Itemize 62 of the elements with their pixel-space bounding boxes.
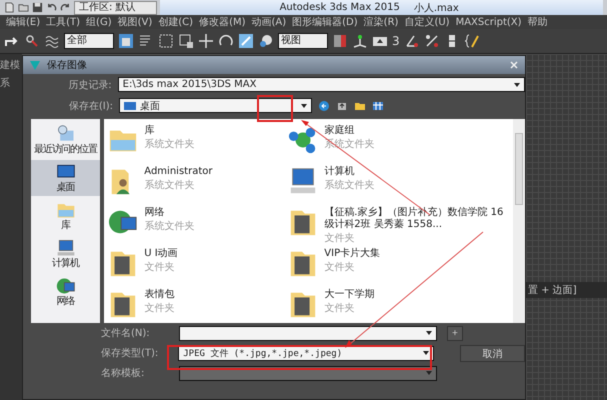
menu-item[interactable]: 修改器(M) bbox=[199, 15, 246, 29]
dialog-title: 保存图像 bbox=[47, 59, 87, 72]
workspace-dropdown[interactable]: 工作区: 默认 bbox=[74, 0, 157, 14]
file-type: 文件夹 bbox=[144, 260, 176, 274]
history-dropdown[interactable]: E:\3ds max 2015\3DS MAX bbox=[118, 77, 525, 92]
panel-label: 系 bbox=[0, 76, 11, 90]
place-item[interactable]: 库 bbox=[31, 198, 100, 234]
file-item[interactable]: VIP卡片大集 文件夹 bbox=[288, 244, 509, 285]
place-item[interactable]: 网络 bbox=[31, 274, 100, 310]
menu-item[interactable]: 帮助 bbox=[528, 15, 548, 29]
file-item[interactable]: 表情包 文件夹 bbox=[108, 285, 288, 326]
menu-item[interactable]: 组(G) bbox=[86, 15, 112, 29]
add-button[interactable]: + bbox=[447, 326, 463, 340]
menu-item[interactable]: 创建(C) bbox=[158, 15, 194, 29]
save-in-dropdown[interactable]: 桌面 bbox=[119, 98, 312, 113]
menu-item[interactable]: 渲染(R) bbox=[364, 15, 398, 29]
menu-item[interactable]: 自定义(U) bbox=[404, 15, 450, 29]
place-item[interactable]: 计算机 bbox=[31, 236, 100, 272]
menu-item[interactable]: 图形编辑器(D) bbox=[292, 15, 358, 29]
app-title: Autodesk 3ds Max 2015 bbox=[280, 2, 400, 13]
file-type: 系统文件夹 bbox=[144, 138, 194, 151]
file-name: 库 bbox=[144, 125, 156, 137]
file-name: 家庭组 bbox=[324, 125, 356, 137]
field-label: 名称模板: bbox=[101, 366, 146, 380]
file-item[interactable]: 计算机 系统文件夹 bbox=[288, 162, 509, 203]
file-type: 系统文件夹 bbox=[144, 220, 194, 233]
file-type: 文件夹 bbox=[324, 232, 356, 245]
viewport-label: 置 + 边面] bbox=[526, 282, 607, 298]
file-name: Administrator bbox=[144, 166, 212, 178]
menu-item[interactable]: 视图(V) bbox=[118, 15, 152, 29]
place-item[interactable]: 桌面 bbox=[31, 160, 100, 196]
file-name: 表情包 bbox=[144, 289, 174, 301]
field-label: 文件名(N): bbox=[101, 326, 151, 340]
field-label: 保存类型(T): bbox=[101, 346, 160, 360]
file-item[interactable]: 大一下学期 文件夹 bbox=[288, 285, 509, 326]
selection-filter-dropdown[interactable]: 全部 bbox=[64, 33, 114, 49]
place-item[interactable]: 最近访问的位置 bbox=[31, 122, 100, 158]
file-type: 系统文件夹 bbox=[324, 178, 374, 192]
snap-toggle[interactable]: 3 bbox=[392, 34, 400, 48]
file-name: VIP卡片大集 bbox=[324, 248, 380, 260]
menu-item[interactable]: 工具(T) bbox=[46, 15, 80, 29]
field-label: 历史记录: bbox=[67, 78, 112, 92]
file-type: 文件夹 bbox=[324, 260, 356, 274]
file-item[interactable]: Administrator 系统文件夹 bbox=[108, 162, 288, 203]
menu-item[interactable]: 动画(A) bbox=[252, 15, 286, 29]
coordinate-system-dropdown[interactable]: 视图 bbox=[278, 33, 328, 49]
panel-label: 建模 bbox=[0, 58, 21, 72]
file-name: 计算机 bbox=[324, 166, 356, 178]
file-type: 系统文件夹 bbox=[144, 178, 196, 192]
menu-item[interactable]: 编辑(E) bbox=[6, 15, 40, 29]
file-item[interactable]: 库 系统文件夹 bbox=[108, 121, 288, 162]
file-name: 大一下学期 bbox=[324, 289, 374, 301]
file-item[interactable]: U I动画 文件夹 bbox=[108, 244, 288, 285]
file-name: 小人.max bbox=[414, 2, 459, 14]
file-type: 文件夹 bbox=[324, 302, 356, 315]
file-name: U I动画 bbox=[144, 248, 178, 260]
file-name: 网络 bbox=[144, 207, 166, 219]
file-item[interactable]: 网络 系统文件夹 bbox=[108, 203, 288, 244]
menu-item[interactable]: MAXScript(X) bbox=[456, 16, 522, 28]
field-label: 保存在(I): bbox=[68, 100, 113, 112]
file-type: 文件夹 bbox=[144, 302, 174, 315]
cancel-button[interactable]: 取消 bbox=[460, 344, 525, 362]
